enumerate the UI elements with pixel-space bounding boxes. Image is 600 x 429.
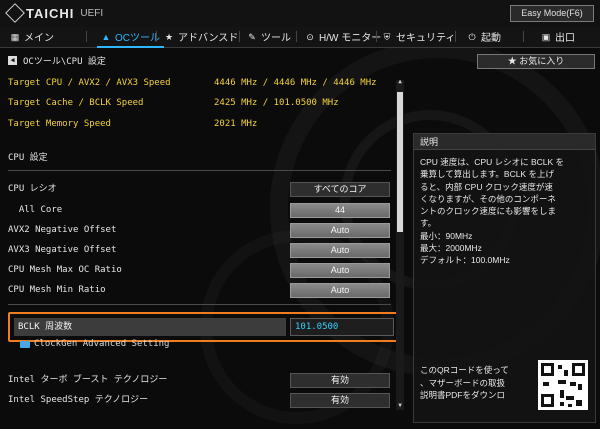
shield-icon: ⛨ (383, 31, 391, 42)
tab-oc-tools[interactable]: ▲ OCツール (97, 26, 164, 48)
clockgen-folder-item[interactable]: ClockGen Advanced Setting (20, 338, 169, 350)
breadcrumb: ◀ OCツール\CPU 設定 (8, 53, 106, 67)
setting-label[interactable]: AVX3 Negative Offset (8, 242, 116, 258)
exit-icon: ▣ (541, 31, 551, 42)
description-line: ントのクロック速度にも影響をしま (420, 206, 557, 217)
setting-label[interactable]: CPU レシオ (8, 181, 57, 197)
qr-caption: このQRコードを使って 、マザーボードの取扱 説明書PDFをダウンロ (420, 364, 532, 402)
grid-icon: ▦ (10, 31, 20, 42)
turbo-boost-dropdown[interactable]: 有効 (290, 373, 390, 388)
tab-hw-monitor-label: H/W モニター (319, 33, 382, 44)
tab-tools-label: ツール (261, 33, 291, 44)
breadcrumb-path: OCツール\CPU 設定 (23, 56, 106, 67)
tab-boot[interactable]: ⏻ 起動 (467, 26, 501, 47)
speedstep-dropdown[interactable]: 有効 (290, 393, 390, 408)
cpu-ratio-dropdown[interactable]: すべてのコア (290, 182, 390, 197)
folder-label: ClockGen Advanced Setting (34, 339, 170, 349)
tab-oc-tools-label: OCツール (115, 33, 160, 44)
tab-hw-monitor[interactable]: ⊙ H/W モニター (305, 26, 381, 47)
setting-label[interactable]: Intel SpeedStep テクノロジー (8, 392, 148, 408)
monitor-icon: ⊙ (306, 31, 314, 42)
description-panel: 説明 CPU 速度は、CPU レシオに BCLK を 乗算して算出します。BCL… (413, 133, 596, 423)
easy-mode-button[interactable]: Easy Mode(F6) (510, 5, 594, 22)
target-memory-label: Target Memory Speed (8, 119, 111, 129)
qr-caption-line: 説明書PDFをダウンロ (420, 390, 506, 400)
brand-logo: TAICHI UEFI (5, 3, 104, 23)
nav-divider (86, 31, 87, 42)
nav-divider (239, 31, 240, 42)
scroll-down-icon[interactable]: ▼ (396, 402, 404, 410)
setting-label[interactable]: Intel ターボ ブースト テクノロジー (8, 372, 167, 388)
description-line: す。 (420, 218, 437, 229)
bclk-label: BCLK 周波数 (14, 318, 286, 336)
description-line: 最大：2000MHz (420, 243, 482, 254)
description-line: 最小：90MHz (420, 230, 473, 241)
qr-caption-line: 、マザーボードの取扱 (420, 377, 506, 388)
mesh-min-dropdown[interactable]: Auto (290, 283, 390, 298)
power-icon: ⏻ (468, 31, 476, 42)
description-title: 説明 (414, 134, 595, 150)
brand-name: TAICHI (26, 5, 75, 21)
brand-sub: UEFI (80, 7, 104, 19)
folder-icon (20, 340, 30, 348)
target-cpu-label: Target CPU / AVX2 / AVX3 Speed (8, 78, 171, 88)
nav-divider (156, 31, 157, 42)
favorites-button[interactable]: ★ お気に入り (477, 54, 595, 69)
mesh-max-dropdown[interactable]: Auto (290, 263, 390, 278)
target-cache-label: Target Cache / BCLK Speed (8, 98, 144, 108)
setting-label[interactable]: CPU Mesh Max OC Ratio (8, 262, 122, 278)
scrollbar-thumb[interactable] (397, 92, 403, 232)
tab-exit[interactable]: ▣ 出口 (541, 26, 575, 47)
favorites-label: お気に入り (519, 56, 565, 66)
target-cache-value: 2425 MHz / 101.0500 MHz (214, 98, 339, 108)
nav-divider (376, 31, 377, 42)
tab-boot-label: 起動 (481, 33, 501, 44)
description-line: 乗算して算出します。BCLK を上げ (420, 169, 554, 180)
star-icon: ★ (507, 56, 520, 66)
tab-tools[interactable]: ✎ ツール (247, 26, 291, 47)
nav-divider (296, 31, 297, 42)
wrench-icon: ✎ (248, 31, 256, 42)
all-core-value[interactable]: 44 (290, 203, 390, 218)
description-line: ると、内部 CPU クロック速度が速 (420, 181, 553, 192)
description-line: デフォルト：100.0MHz (420, 255, 510, 266)
qr-caption-line: このQRコードを使って (420, 365, 509, 375)
setting-label[interactable]: All Core (8, 202, 62, 218)
tab-security[interactable]: ⛨ セキュリティ (382, 26, 456, 47)
setting-label[interactable]: AVX2 Negative Offset (8, 222, 116, 238)
tab-exit-label: 出口 (555, 33, 575, 44)
tab-main-label: メイン (24, 33, 54, 44)
qr-code-image (538, 360, 588, 410)
main-nav: ▦ メイン ▲ OCツール ★ アドバンスド ✎ ツール ⊙ H/W モニター … (0, 26, 600, 48)
setting-label[interactable]: CPU Mesh Min Ratio (8, 282, 106, 298)
target-memory-value: 2021 MHz (214, 119, 258, 129)
bclk-frequency-input[interactable]: 101.0500 (290, 318, 394, 336)
nav-divider (523, 31, 524, 42)
section-divider (8, 304, 391, 305)
nav-divider (455, 31, 456, 42)
tab-main[interactable]: ▦ メイン (10, 26, 54, 47)
tab-advanced[interactable]: ★ アドバンスド (164, 26, 238, 47)
tab-security-label: セキュリティ (396, 33, 456, 44)
scroll-up-icon[interactable]: ▲ (396, 78, 404, 86)
back-arrow-icon[interactable]: ◀ (8, 55, 17, 65)
avx2-offset-dropdown[interactable]: Auto (290, 223, 390, 238)
avx3-offset-dropdown[interactable]: Auto (290, 243, 390, 258)
tab-advanced-label: アドバンスド (178, 33, 239, 44)
description-line: CPU 速度は、CPU レシオに BCLK を (420, 157, 565, 167)
title-bar: TAICHI UEFI Easy Mode(F6) (0, 0, 600, 26)
section-title: CPU 設定 (8, 153, 48, 163)
section-divider (8, 170, 391, 171)
flame-icon: ▲ (101, 31, 111, 42)
description-line: くなりますが、その他のコンポーネ (420, 193, 556, 204)
description-text: CPU 速度は、CPU レシオに BCLK を 乗算して算出します。BCLK を… (420, 156, 592, 267)
taichi-logo-icon (5, 3, 25, 23)
star-icon: ★ (164, 31, 174, 42)
target-cpu-value: 4446 MHz / 4446 MHz / 4446 MHz (214, 78, 377, 88)
